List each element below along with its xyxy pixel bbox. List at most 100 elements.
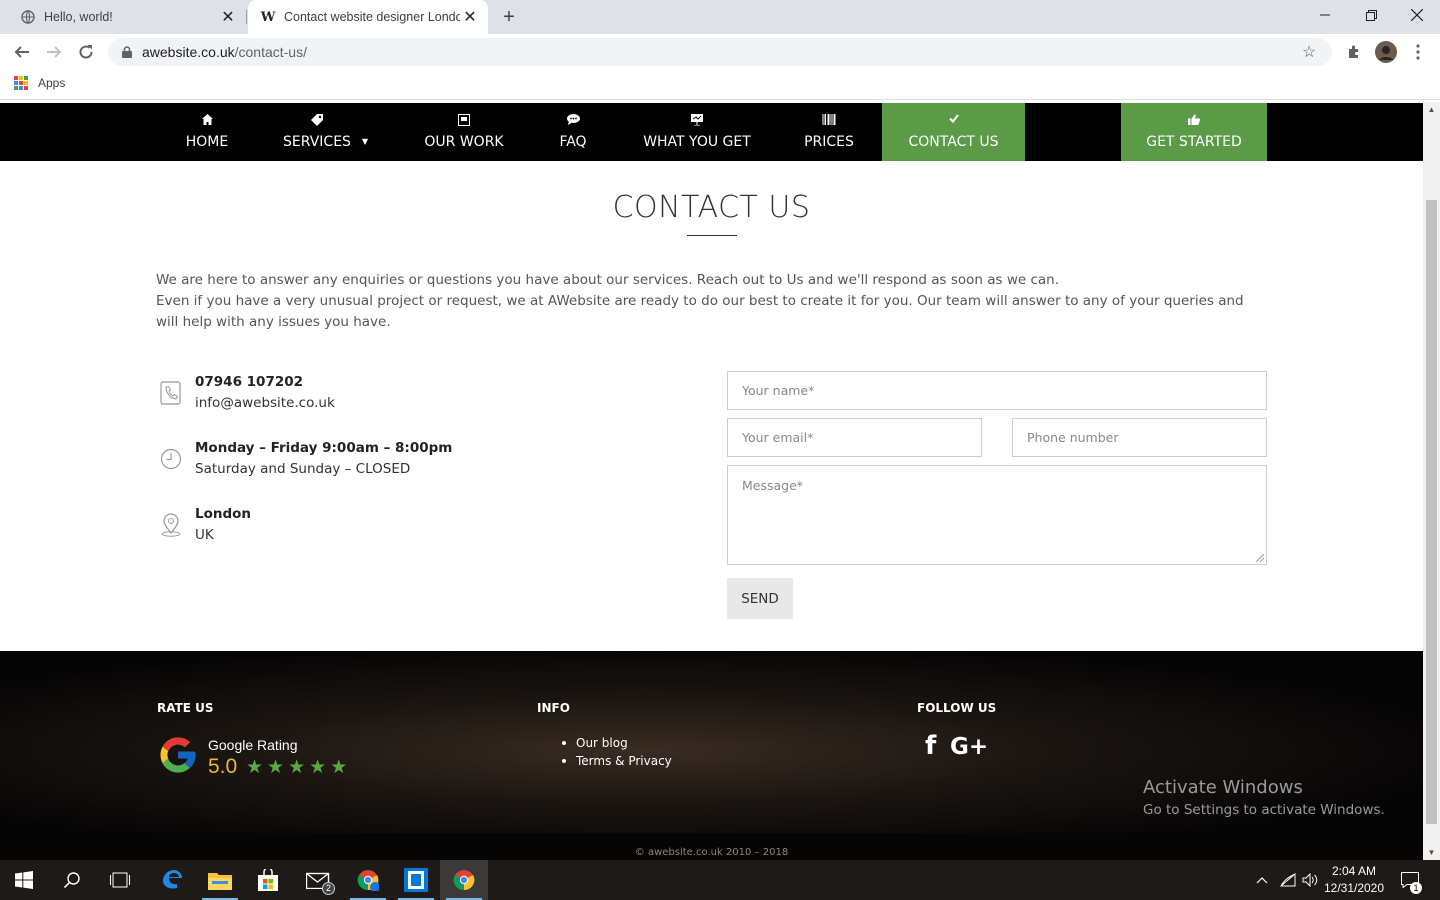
edge-icon[interactable] [148,860,196,900]
thumbs-up-icon [1188,114,1201,126]
menu-kebab-icon[interactable] [1406,40,1430,64]
google-rating-score: 5.0 [208,755,238,778]
apps-shortcut[interactable]: Apps [14,76,65,90]
name-placeholder: Your name* [742,383,815,398]
check-icon [948,114,959,126]
message-textarea[interactable]: Message* [727,465,1267,565]
close-window-icon[interactable] [1394,0,1440,30]
resize-handle-icon[interactable] [1256,554,1264,562]
file-explorer-icon[interactable] [196,860,244,900]
chrome-icon[interactable] [440,860,488,900]
reload-icon[interactable] [74,40,98,64]
location-pin-icon [158,512,184,538]
bookmark-star-icon[interactable]: ☆ [1302,42,1322,62]
hours-weekend: Saturday and Sunday – CLOSED [195,461,411,477]
presentation-icon [691,114,703,127]
show-hidden-icons-icon[interactable] [1252,860,1272,900]
email-address[interactable]: info@awebsite.co.uk [195,393,335,414]
minimize-icon[interactable] [1302,0,1348,30]
tab-title: Contact website designer London [284,10,460,24]
url-host: awebsite.co.uk [142,44,235,60]
forward-icon[interactable] [42,40,66,64]
star-icon: ★ [330,757,348,778]
windows-logo-icon [15,871,33,889]
close-tab-icon[interactable]: ✕ [218,7,238,27]
city: London [195,506,252,522]
tab-strip: Hello, world! ✕ W Contact website design… [0,0,1440,34]
copyright-text: © awebsite.co.uk 2010 – 2018 [634,847,789,858]
link-our-blog[interactable]: Our blog [559,734,672,752]
extensions-icon[interactable] [1342,40,1366,64]
clock-date: 12/31/2020 [1323,881,1385,895]
info-heading: INFO [537,701,570,715]
phone-number[interactable]: 07946 107202 [195,372,335,393]
system-clock[interactable]: 2:04 AM 12/31/2020 [1322,863,1386,897]
contact-hours-row: Monday – Friday 9:00am – 8:00pm Saturday… [158,438,452,480]
nav-label: SERVICES [283,134,351,150]
task-view-icon[interactable] [96,860,144,900]
page-scrollbar[interactable]: ▲ ▼ [1423,102,1440,860]
email-placeholder: Your email* [742,430,814,445]
name-input[interactable]: Your name* [727,371,1267,410]
nav-faq[interactable]: FAQ [548,103,598,161]
nav-contact-us[interactable]: CONTACT US [882,103,1025,161]
intro-line-1: We are here to answer any enquiries or q… [156,272,1060,288]
search-icon[interactable] [48,860,96,900]
phone-input[interactable]: Phone number [1012,418,1267,457]
tab-hello-world[interactable]: Hello, world! ✕ [8,0,246,34]
contact-location-row: London UK [158,504,251,546]
lock-icon [120,46,134,58]
new-tab-button[interactable]: + [497,5,521,29]
tab-title: Hello, world! [44,10,113,24]
profile-avatar[interactable] [1374,40,1398,64]
nav-label: WHAT YOU GET [643,134,751,150]
clock-time: 2:04 AM [1331,864,1377,878]
mail-icon[interactable]: 2 [294,860,342,900]
chrome-profile-icon[interactable] [344,860,392,900]
page-title: CONTACT US [612,190,811,225]
restore-icon[interactable] [1348,0,1394,30]
watermark-line-2: Go to Settings to activate Windows. [1143,802,1385,818]
close-tab-icon[interactable]: ✕ [460,7,480,27]
star-rating: ★ ★ ★ ★ ★ [246,758,347,777]
intro-text: We are here to answer any enquiries or q… [156,270,1266,333]
google-plus-icon[interactable]: G+ [950,734,988,760]
scroll-down-icon[interactable]: ▼ [1423,845,1440,860]
nav-home[interactable]: HOME [172,103,242,161]
link-terms-privacy[interactable]: Terms & Privacy [559,752,672,770]
tab-contact[interactable]: W Contact website designer London ✕ [248,0,488,34]
facebook-icon[interactable]: f [925,731,936,761]
nav-services[interactable]: SERVICES ▼ [282,103,368,161]
start-button[interactable] [0,860,48,900]
phone-icon [158,380,184,406]
nav-label: CONTACT US [908,134,999,150]
nav-get-started[interactable]: GET STARTED [1121,103,1267,161]
w-logo-icon: W [260,9,276,25]
network-icon[interactable] [1278,860,1298,900]
scrollbar-thumb[interactable] [1426,200,1437,824]
contact-phone-row: 07946 107202 info@awebsite.co.uk [158,372,335,414]
volume-icon[interactable] [1300,860,1320,900]
browser-toolbar: awebsite.co.uk/contact-us/ ☆ [0,34,1440,70]
google-rating-label: Google Rating [208,737,298,753]
nav-label: OUR WORK [424,134,504,150]
address-bar[interactable]: awebsite.co.uk/contact-us/ ☆ [108,38,1332,66]
nav-our-work[interactable]: OUR WORK [414,103,514,161]
scroll-up-icon[interactable]: ▲ [1423,102,1440,117]
message-placeholder: Message* [742,478,804,493]
nav-prices[interactable]: PRICES [798,103,860,161]
clock-icon [158,446,184,472]
notification-center-icon[interactable]: 1 [1396,860,1424,900]
page-viewport: HOME SERVICES ▼ OUR WORK FAQ WHAT YOU GE… [0,102,1423,860]
remote-app-icon[interactable] [392,860,440,900]
send-button[interactable]: SEND [727,578,793,619]
nav-what-you-get[interactable]: WHAT YOU GET [640,103,754,161]
notification-count: 1 [1410,882,1422,894]
bookmarks-bar: Apps [0,70,1440,100]
back-icon[interactable] [10,40,34,64]
home-icon [201,114,213,126]
store-icon[interactable] [244,860,292,900]
watermark-line-1: Activate Windows [1143,777,1303,798]
nav-label: GET STARTED [1146,134,1242,150]
email-input[interactable]: Your email* [727,418,982,457]
